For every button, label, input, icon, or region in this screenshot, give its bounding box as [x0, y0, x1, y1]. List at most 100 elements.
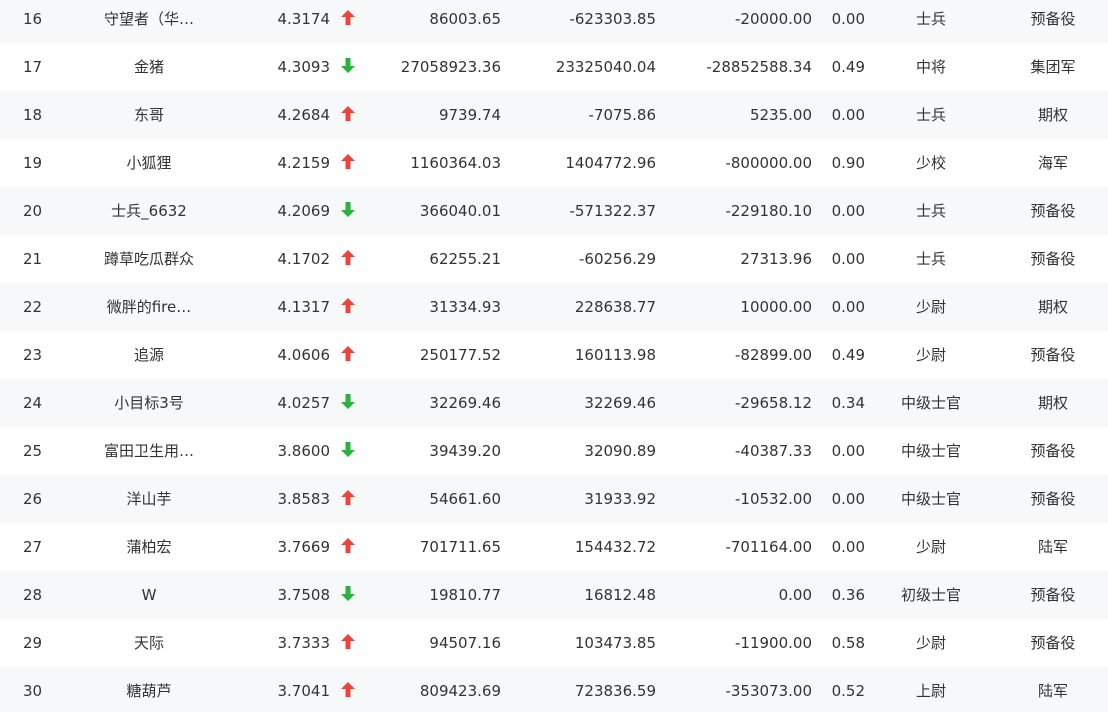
table-row[interactable]: 23 追源 4.0606 250177.52 160113.98 -82899.00 0.4… [0, 331, 1108, 379]
score-cell: 4.2069 [277, 202, 331, 220]
score-cell: 3.8583 [277, 490, 331, 508]
value-col-3: -82899.00 [735, 346, 812, 364]
arrow-up-icon [340, 523, 356, 571]
value-col-2: 228638.77 [574, 298, 656, 316]
table-row[interactable]: 18 东哥 4.2684 9739.74 -7075.86 5235.00 0.00 士兵 期权 [0, 91, 1108, 139]
user-name[interactable]: 士兵_6632 [80, 187, 218, 235]
value-col-3: -28852588.34 [706, 58, 812, 76]
value-col-3: -11900.00 [735, 634, 812, 652]
value-col-3: -353073.00 [725, 682, 812, 700]
user-name[interactable]: 蒲柏宏 [80, 523, 218, 571]
rank-title: 上尉 [915, 682, 946, 700]
rank-cell: 21 [23, 250, 43, 268]
value-col-1: 94507.16 [429, 634, 501, 652]
arrow-up-icon [340, 619, 356, 667]
table-row[interactable]: 26 洋山芋 3.8583 54661.60 31933.92 -10532.00 0.00… [0, 475, 1108, 523]
value-col-4: 0.00 [831, 442, 865, 460]
table-row[interactable]: 22 微胖的fire… 4.1317 31334.93 228638.77 10000.0… [0, 283, 1108, 331]
table-row[interactable]: 17 金猪 4.3093 27058923.36 23325040.04 -2885258… [0, 43, 1108, 91]
branch-label: 期权 [1037, 298, 1068, 316]
arrow-down-icon [340, 571, 356, 619]
value-col-3: -40387.33 [735, 442, 812, 460]
rank-cell: 18 [23, 106, 43, 124]
value-col-3: 10000.00 [740, 298, 812, 316]
value-col-4: 0.00 [831, 202, 865, 220]
value-col-2: 154432.72 [574, 538, 656, 556]
value-col-1: 1160364.03 [410, 154, 501, 172]
value-col-1: 54661.60 [429, 490, 501, 508]
value-col-1: 31334.93 [429, 298, 501, 316]
value-col-1: 9739.74 [438, 106, 501, 124]
score-cell: 3.7508 [277, 586, 331, 604]
score-cell: 3.8600 [277, 442, 331, 460]
rank-cell: 16 [23, 10, 43, 28]
rank-cell: 26 [23, 490, 43, 508]
arrow-up-icon [340, 91, 356, 139]
user-name[interactable]: 洋山芋 [80, 475, 218, 523]
table-row[interactable]: 21 蹲草吃瓜群众 4.1702 62255.21 -60256.29 27313.96 0… [0, 235, 1108, 283]
score-cell: 4.1702 [277, 250, 331, 268]
rank-cell: 19 [23, 154, 43, 172]
value-col-2: 1404772.96 [565, 154, 656, 172]
branch-label: 预备役 [1030, 490, 1076, 508]
user-name[interactable]: 小狐狸 [80, 139, 218, 187]
branch-label: 海军 [1037, 154, 1068, 172]
table-row[interactable]: 30 糖葫芦 3.7041 809423.69 723836.59 -353073.00 0… [0, 667, 1108, 712]
value-col-1: 86003.65 [429, 10, 501, 28]
value-col-4: 0.49 [831, 58, 865, 76]
value-col-3: 0.00 [778, 586, 812, 604]
score-cell: 3.7333 [277, 634, 331, 652]
user-name[interactable]: 东哥 [80, 91, 218, 139]
arrow-down-icon [340, 43, 356, 91]
arrow-up-icon [340, 475, 356, 523]
rank-title: 中级士官 [900, 394, 961, 412]
rank-cell: 24 [23, 394, 43, 412]
rank-title: 士兵 [915, 250, 946, 268]
branch-label: 陆军 [1037, 682, 1068, 700]
user-name[interactable]: 小目标3号 [80, 379, 218, 427]
rank-title: 士兵 [915, 106, 946, 124]
table-row[interactable]: 16 守望者（华… 4.3174 86003.65 -623303.85 -20000.0… [0, 0, 1108, 43]
table-row[interactable]: 27 蒲柏宏 3.7669 701711.65 154432.72 -701164.00 0… [0, 523, 1108, 571]
branch-label: 陆军 [1037, 538, 1068, 556]
rank-cell: 29 [23, 634, 43, 652]
value-col-3: 27313.96 [740, 250, 812, 268]
user-name[interactable]: 天际 [80, 619, 218, 667]
user-name[interactable]: 微胖的fire… [80, 283, 218, 331]
table-row[interactable]: 24 小目标3号 4.0257 32269.46 32269.46 -29658.12 0.… [0, 379, 1108, 427]
rank-title: 少尉 [915, 346, 946, 364]
arrow-up-icon [340, 331, 356, 379]
user-name[interactable]: 追源 [80, 331, 218, 379]
score-cell: 4.2684 [277, 106, 331, 124]
value-col-2: 16812.48 [584, 586, 656, 604]
value-col-4: 0.52 [831, 682, 865, 700]
value-col-3: -29658.12 [735, 394, 812, 412]
table-row[interactable]: 19 小狐狸 4.2159 1160364.03 1404772.96 -800000.0… [0, 139, 1108, 187]
user-name[interactable]: 蹲草吃瓜群众 [80, 235, 218, 283]
rank-title: 中级士官 [900, 490, 961, 508]
value-col-2: -7075.86 [588, 106, 656, 124]
user-name[interactable]: 糖葫芦 [80, 667, 218, 712]
rank-cell: 17 [23, 58, 43, 76]
table-row[interactable]: 28 W 3.7508 19810.77 16812.48 0.00 0.36 初级士官 预备役 [0, 571, 1108, 619]
rank-title: 初级士官 [900, 586, 961, 604]
value-col-1: 19810.77 [429, 586, 501, 604]
rank-cell: 25 [23, 442, 43, 460]
table-row[interactable]: 25 富田卫生用… 3.8600 39439.20 32090.89 -40387.33 0… [0, 427, 1108, 475]
rank-title: 少尉 [915, 298, 946, 316]
value-col-4: 0.00 [831, 538, 865, 556]
branch-label: 预备役 [1030, 250, 1076, 268]
rank-title: 中级士官 [900, 442, 961, 460]
user-name[interactable]: 守望者（华… [80, 0, 218, 43]
value-col-4: 0.49 [831, 346, 865, 364]
score-cell: 4.1317 [277, 298, 331, 316]
table-row[interactable]: 20 士兵_6632 4.2069 366040.01 -571322.37 -22918… [0, 187, 1108, 235]
table-row[interactable]: 29 天际 3.7333 94507.16 103473.85 -11900.00 0.58… [0, 619, 1108, 667]
rank-title: 士兵 [915, 202, 946, 220]
branch-label: 预备役 [1030, 10, 1076, 28]
score-cell: 4.3093 [277, 58, 331, 76]
user-name[interactable]: W [80, 571, 218, 619]
user-name[interactable]: 金猪 [80, 43, 218, 91]
user-name[interactable]: 富田卫生用… [80, 427, 218, 475]
value-col-2: 23325040.04 [555, 58, 656, 76]
